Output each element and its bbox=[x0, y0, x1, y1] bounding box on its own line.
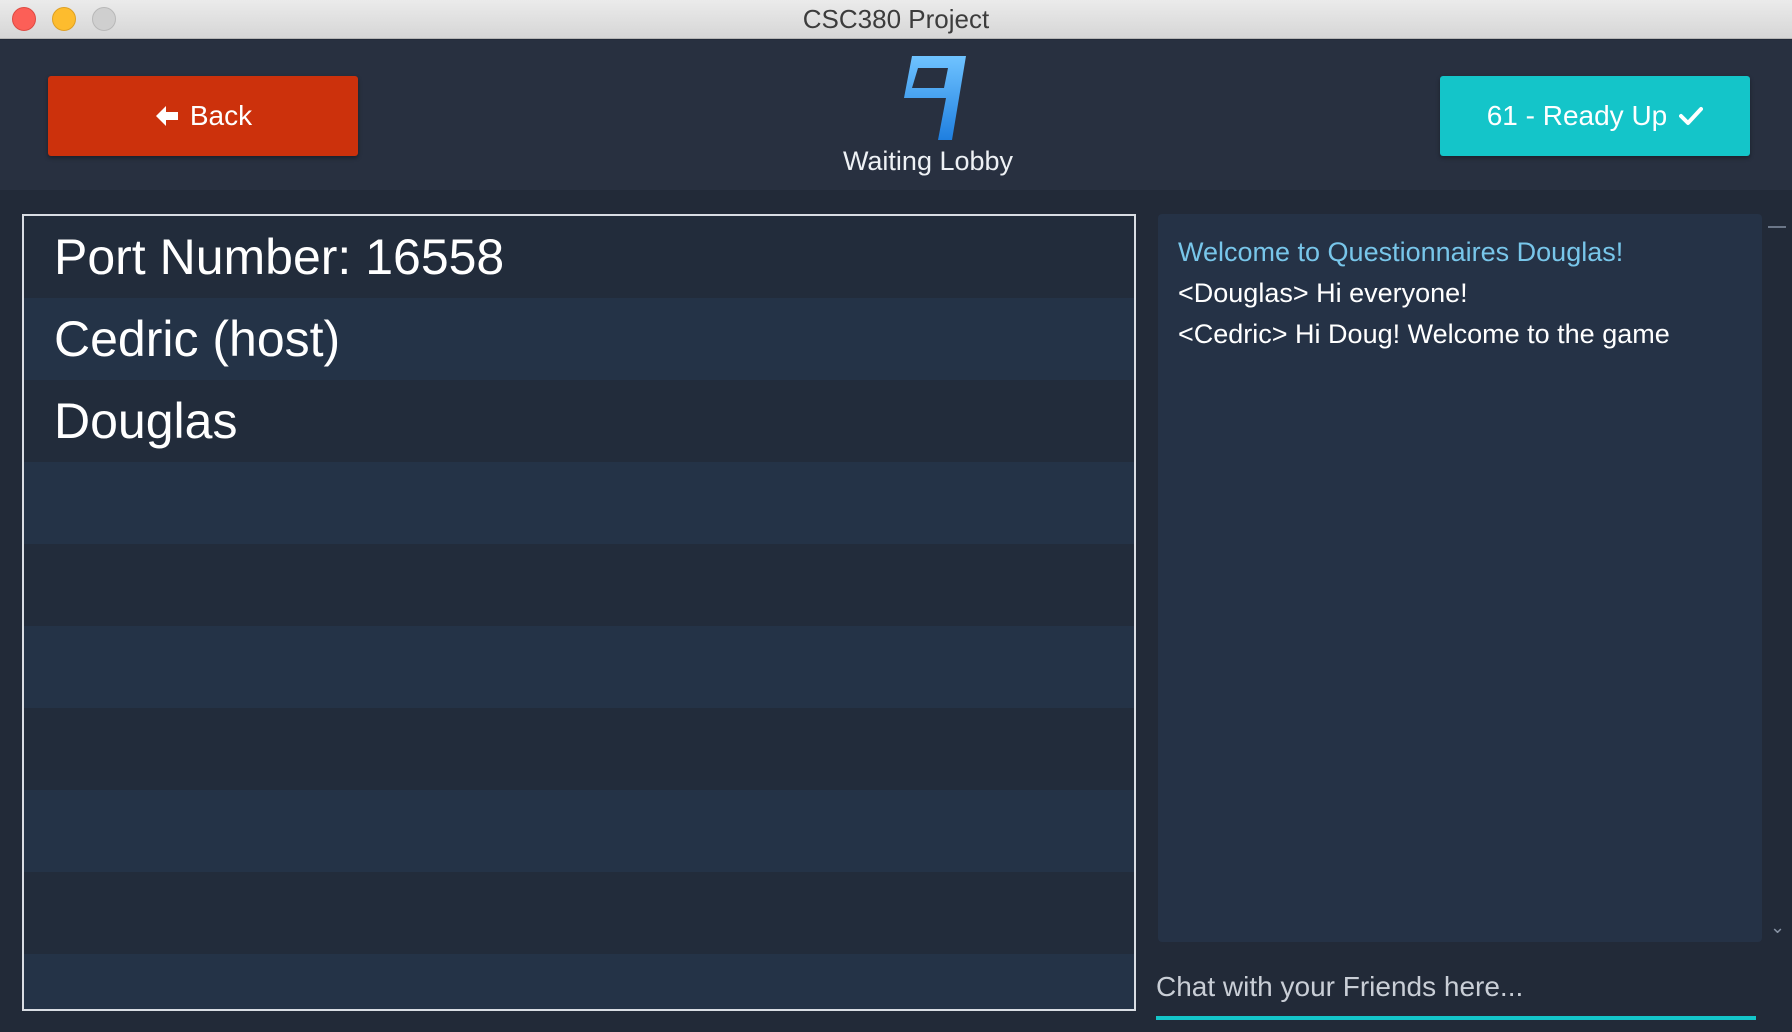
window-title: CSC380 Project bbox=[802, 4, 990, 34]
checkmark-icon bbox=[1679, 107, 1704, 125]
list-item bbox=[24, 872, 1134, 954]
window-titlebar: CSC380 Project bbox=[0, 0, 1792, 39]
system-message: Welcome to Questionnaires Douglas! bbox=[1178, 237, 1624, 267]
list-item-port[interactable]: Port Number: 16558 bbox=[24, 216, 1134, 298]
chat-input[interactable] bbox=[1156, 960, 1756, 1014]
lobby-header: Back Waiting Lobby 61 - Ready Up bbox=[0, 40, 1792, 190]
chat-input-underline bbox=[1156, 1016, 1756, 1020]
list-item bbox=[24, 954, 1134, 1009]
chat-message: <Douglas> Hi everyone! bbox=[1178, 278, 1468, 308]
player-list[interactable]: Port Number: 16558 Cedric (host) Douglas bbox=[22, 214, 1136, 1011]
back-button-label: Back bbox=[189, 100, 253, 131]
scroll-up-indicator[interactable] bbox=[1768, 226, 1786, 230]
back-button[interactable]: Back bbox=[48, 76, 358, 156]
chat-log[interactable]: Welcome to Questionnaires Douglas! <Doug… bbox=[1158, 214, 1762, 942]
ready-up-label: 61 - Ready Up bbox=[1486, 100, 1668, 131]
list-item bbox=[24, 626, 1134, 708]
lobby-title: Waiting Lobby bbox=[842, 146, 1014, 176]
chevron-down-icon[interactable]: ⌄ bbox=[1770, 918, 1785, 936]
list-item bbox=[24, 790, 1134, 872]
ready-up-button[interactable]: 61 - Ready Up bbox=[1440, 76, 1750, 156]
list-item bbox=[24, 544, 1134, 626]
arrow-left-icon bbox=[155, 106, 178, 126]
chat-input-container bbox=[1156, 960, 1756, 1020]
list-item bbox=[24, 708, 1134, 790]
player-name: Douglas bbox=[54, 393, 238, 449]
player-name: Cedric (host) bbox=[54, 311, 341, 367]
app-logo bbox=[904, 56, 966, 140]
list-item[interactable]: Cedric (host) bbox=[24, 298, 1134, 380]
list-item bbox=[24, 462, 1134, 544]
chat-message: <Cedric> Hi Doug! Welcome to the game bbox=[1178, 319, 1670, 349]
list-item[interactable]: Douglas bbox=[24, 380, 1134, 462]
port-number-text: Port Number: 16558 bbox=[54, 229, 505, 285]
